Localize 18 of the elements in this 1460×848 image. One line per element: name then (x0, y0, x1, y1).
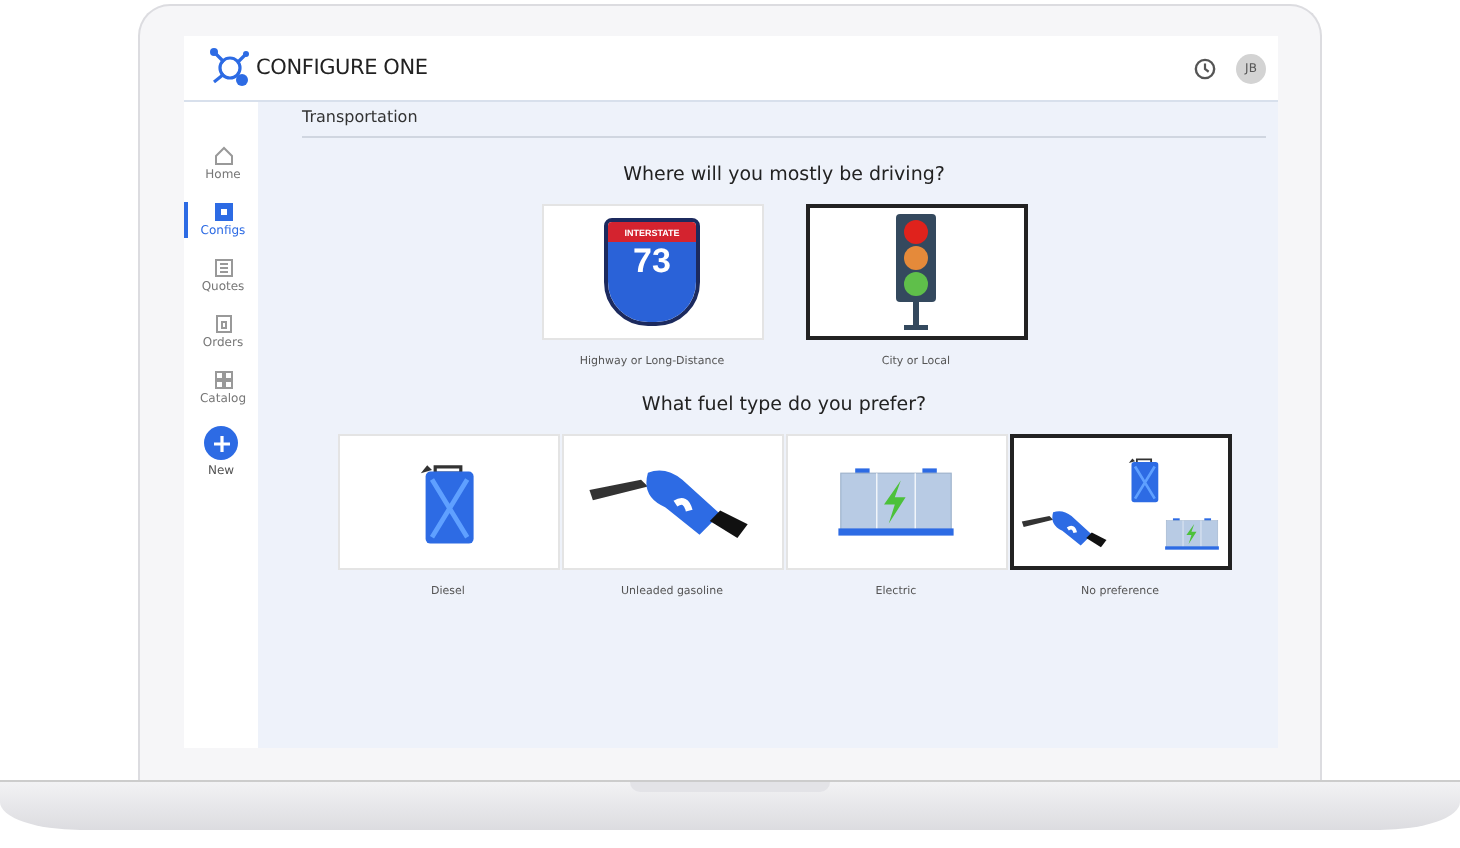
orders-icon (213, 314, 233, 334)
question-title: Where will you mostly be driving? (623, 164, 945, 186)
question-title: What fuel type do you prefer? (641, 394, 927, 416)
configs-icon (213, 202, 233, 222)
catalog-icon (213, 370, 233, 390)
option-card[interactable] (805, 204, 1027, 340)
option-card[interactable] (1009, 434, 1231, 570)
brand-name: CONFIGURE ONE (256, 56, 428, 80)
new-button[interactable] (204, 426, 238, 460)
quotes-icon (213, 258, 233, 278)
clock-icon[interactable] (1194, 57, 1216, 79)
fuel-can-icon (1126, 453, 1162, 503)
battery-icon (1164, 515, 1220, 551)
home-icon (213, 146, 233, 166)
page-title: Transportation (302, 102, 1266, 138)
plus-icon (213, 435, 229, 451)
logo-icon (208, 48, 252, 88)
traffic-light-icon (892, 214, 940, 330)
